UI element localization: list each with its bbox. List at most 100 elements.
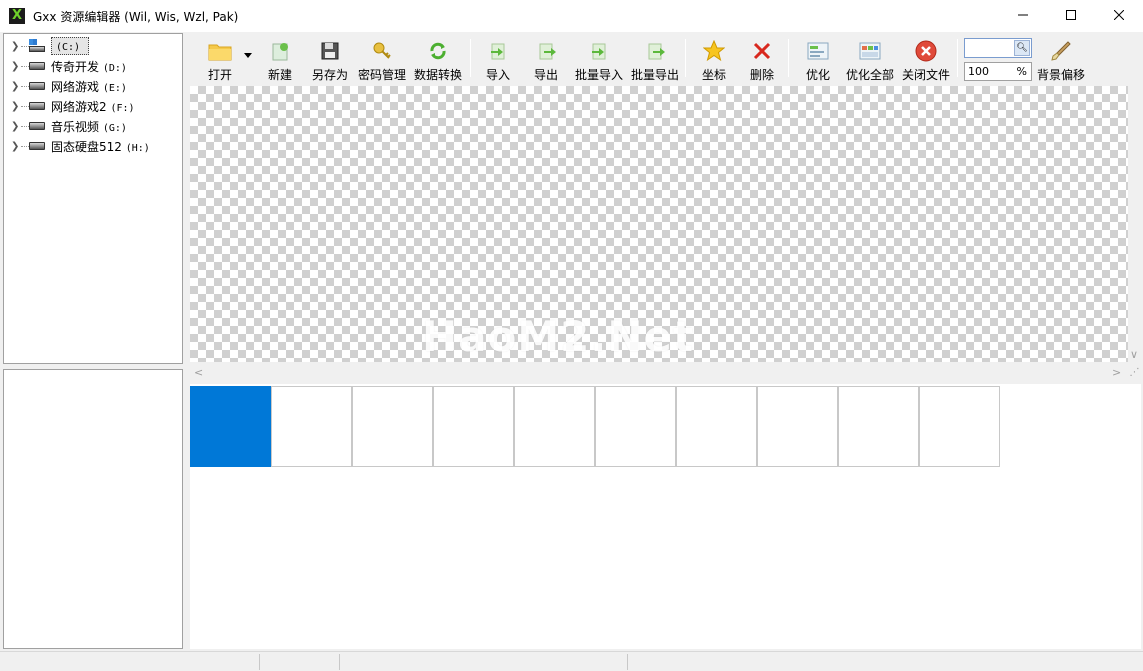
coords-button[interactable]: 坐标 [698, 35, 730, 83]
batch-export-button[interactable]: 批量导出 [629, 35, 681, 83]
hard-drive-icon [29, 122, 45, 130]
scroll-down-icon[interactable]: ∨ [1130, 348, 1138, 361]
horizontal-scrollbar[interactable]: < > [190, 364, 1128, 381]
thumbnail-cell[interactable] [595, 386, 676, 467]
toolbar-separator [685, 39, 686, 77]
status-bar [0, 651, 1143, 671]
maximize-button[interactable] [1047, 0, 1095, 30]
tree-item-d[interactable]: ❯ 传奇开发 (D:) [4, 56, 127, 76]
toolbar-separator [957, 39, 958, 77]
toolbar-separator [470, 39, 471, 77]
maximize-icon [1066, 10, 1076, 20]
title-bar: X Gxx 资源编辑器 (Wil, Wis, Wzl, Pak) [0, 0, 1143, 32]
close-file-button[interactable]: 关闭文件 [900, 35, 952, 83]
status-divider [627, 654, 628, 670]
import-button[interactable]: 导入 [482, 35, 514, 83]
thumbnail-cell[interactable] [757, 386, 838, 467]
zoom-unit: % [1016, 65, 1027, 78]
delete-button[interactable]: 删除 [746, 35, 778, 83]
tree-item-label[interactable]: 固态硬盘512 (H:) [51, 138, 150, 155]
search-icon[interactable]: 🔍︎ [1014, 40, 1030, 56]
window-title: Gxx 资源编辑器 (Wil, Wis, Wzl, Pak) [33, 9, 239, 24]
close-circle-icon [914, 39, 938, 63]
hard-drive-icon [29, 62, 45, 70]
zoom-value[interactable]: 100 [968, 65, 989, 78]
thumbnail-cell[interactable] [190, 386, 271, 467]
app-icon: X [9, 8, 25, 24]
tree-item-g[interactable]: ❯ 音乐视频 (G:) [4, 116, 127, 136]
drive-tree[interactable]: ❯ (C:) ❯ 传奇开发 (D:) ❯ 网络游戏 (E:) ❯ 网络游戏2 (… [3, 33, 183, 364]
file-list-panel[interactable] [3, 369, 183, 649]
batch-import-icon [587, 39, 611, 63]
tree-item-label[interactable]: 音乐视频 (G:) [51, 118, 127, 135]
key-icon [370, 39, 394, 63]
hard-drive-icon [29, 102, 45, 110]
tree-connector [21, 45, 29, 47]
minimize-icon [1018, 14, 1028, 16]
tree-item-label[interactable]: 传奇开发 (D:) [51, 58, 127, 75]
tree-item-f[interactable]: ❯ 网络游戏2 (F:) [4, 96, 135, 116]
status-divider [259, 654, 260, 670]
scroll-right-icon[interactable]: > [1112, 366, 1121, 379]
thumbnail-cell[interactable] [838, 386, 919, 467]
tree-connector [21, 125, 29, 127]
image-canvas[interactable]: HaoM2.Net [190, 86, 1128, 362]
thumbnail-cell[interactable] [352, 386, 433, 467]
optimize-button[interactable]: 优化 [802, 35, 834, 83]
tree-connector [21, 65, 29, 67]
status-divider [339, 654, 340, 670]
thumbnail-cell[interactable] [433, 386, 514, 467]
hard-drive-icon [29, 82, 45, 90]
dropdown-arrow-icon [242, 39, 254, 63]
watermark-text: HaoM2.Net [422, 312, 695, 361]
thumbnail-cell[interactable] [676, 386, 757, 467]
open-dropdown-button[interactable] [242, 35, 254, 83]
new-file-icon [268, 39, 292, 63]
data-convert-button[interactable]: 数据转换 [412, 35, 464, 83]
open-button[interactable]: 打开 [200, 35, 240, 83]
tree-connector [21, 105, 29, 107]
thumbnail-cell[interactable] [271, 386, 352, 467]
star-icon [702, 39, 726, 63]
vertical-scrollbar[interactable]: ∨ [1128, 86, 1141, 362]
thumbnail-grid[interactable] [190, 384, 1141, 649]
close-button[interactable] [1095, 0, 1143, 30]
batch-import-button[interactable]: 批量导入 [573, 35, 625, 83]
zoom-input[interactable]: 100 % [964, 62, 1032, 81]
optimize-all-button[interactable]: 优化全部 [844, 35, 896, 83]
thumbnail-cell[interactable] [919, 386, 1000, 467]
hard-drive-icon [29, 142, 45, 150]
save-as-button[interactable]: 另存为 [310, 35, 350, 83]
tree-item-e[interactable]: ❯ 网络游戏 (E:) [4, 76, 127, 96]
tree-connector [21, 145, 29, 147]
search-input[interactable]: 🔍︎ [964, 38, 1032, 58]
tree-item-label[interactable]: 网络游戏2 (F:) [51, 98, 135, 115]
close-icon [1114, 10, 1124, 20]
toolbar: 打开 新建 另存为 密码管理 数据转换 导入 导出 批量导入 批量导出 坐标 删… [190, 35, 1143, 84]
delete-x-icon [750, 39, 774, 63]
refresh-icon [426, 39, 450, 63]
new-button[interactable]: 新建 [264, 35, 296, 83]
resize-grip-icon[interactable]: ⋰ [1128, 364, 1141, 381]
thumbnail-cell[interactable] [514, 386, 595, 467]
batch-export-icon [643, 39, 667, 63]
tree-item-c[interactable]: ❯ (C:) [4, 36, 90, 56]
tree-item-label[interactable]: 网络游戏 (E:) [51, 78, 127, 95]
export-icon [534, 39, 558, 63]
import-icon [486, 39, 510, 63]
minimize-button[interactable] [999, 0, 1047, 30]
scroll-left-icon[interactable]: < [194, 366, 203, 379]
window-controls [999, 0, 1143, 30]
optimize-all-icon [858, 39, 882, 63]
brush-icon [1049, 39, 1073, 63]
optimize-icon [806, 39, 830, 63]
export-button[interactable]: 导出 [530, 35, 562, 83]
tree-item-h[interactable]: ❯ 固态硬盘512 (H:) [4, 136, 150, 156]
tree-connector [21, 85, 29, 87]
system-drive-icon [29, 39, 45, 53]
save-icon [318, 39, 342, 63]
tree-item-label[interactable]: (C:) [51, 37, 90, 55]
background-offset-button[interactable]: 背景偏移 [1036, 35, 1086, 83]
toolbar-separator [788, 39, 789, 77]
password-manage-button[interactable]: 密码管理 [356, 35, 408, 83]
